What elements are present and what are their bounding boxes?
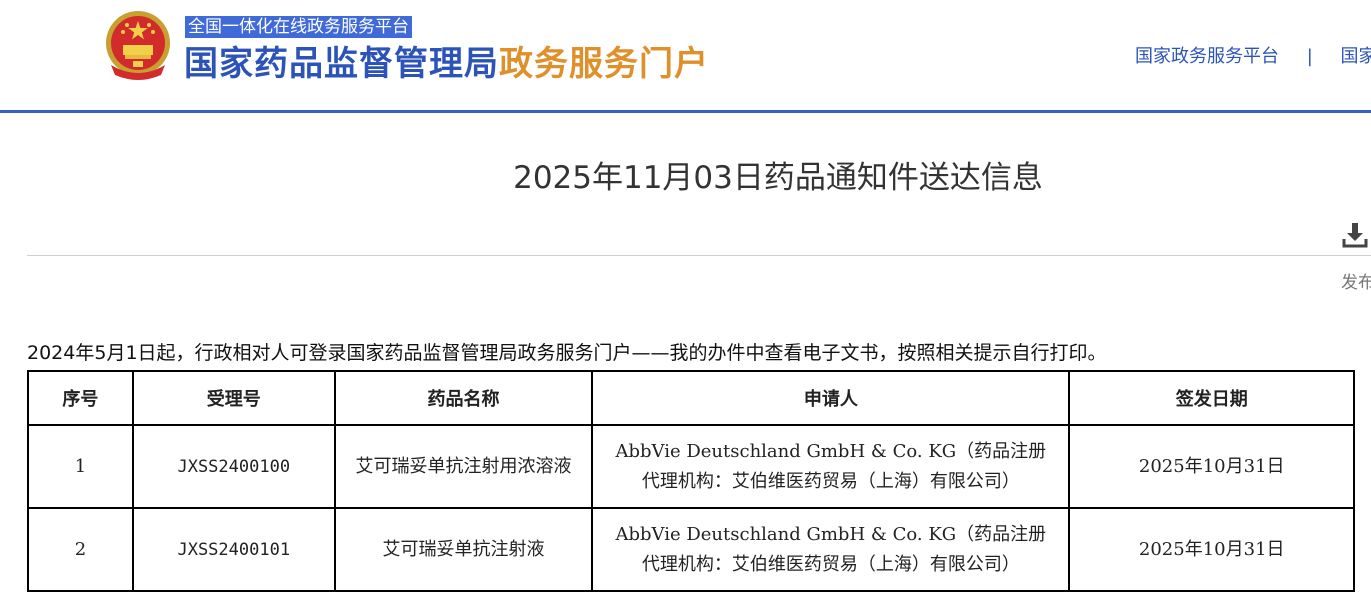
cell-applicant: AbbVie Deutschland GmbH & Co. KG（药品注册代理机…	[591, 507, 1071, 592]
cell-issue-date: 2025年10月31日	[1068, 507, 1355, 592]
header-drug-name: 药品名称	[333, 370, 594, 426]
publish-info-label: 发布	[1341, 273, 1371, 293]
cell-drug-name: 艾可瑞妥单抗注射用浓溶液	[333, 424, 594, 509]
header-divider	[0, 110, 1371, 113]
platform-slogan: 全国一体化在线政务服务平台	[185, 16, 412, 38]
table-header-row: 序号 受理号 药品名称 申请人 签发日期	[27, 370, 1355, 426]
cell-index: 1	[27, 424, 134, 509]
header-accept-no: 受理号	[131, 370, 336, 426]
site-title-sub: 政务服务门户	[499, 44, 709, 84]
cell-issue-date: 2025年10月31日	[1068, 424, 1355, 509]
cell-index: 2	[27, 507, 134, 592]
download-icon[interactable]	[1342, 222, 1368, 248]
table-row: 1 JXSS2400100 艾可瑞妥单抗注射用浓溶液 AbbVie Deutsc…	[27, 424, 1355, 509]
header-issue-date: 签发日期	[1068, 370, 1355, 426]
cell-drug-name: 艾可瑞妥单抗注射液	[333, 507, 594, 592]
site-title-main: 国家药品监督管理局	[184, 44, 499, 84]
notice-text: 2024年5月1日起，行政相对人可登录国家药品监督管理局政务服务门户——我的办件…	[27, 342, 1107, 364]
cell-accept-no: JXSS2400100	[131, 424, 336, 509]
site-header: 全国一体化在线政务服务平台 国家药品监督管理局政务服务门户 国家政务服务平台 |…	[0, 0, 1371, 111]
link-national-truncated[interactable]: 国家	[1341, 46, 1371, 67]
page-title: 2025年11月03日药品通知件送达信息	[513, 160, 1043, 196]
header-applicant: 申请人	[591, 370, 1071, 426]
link-separator: |	[1306, 46, 1313, 67]
header-index: 序号	[27, 370, 134, 426]
table-row: 2 JXSS2400101 艾可瑞妥单抗注射液 AbbVie Deutschla…	[27, 507, 1355, 592]
delivery-table: 序号 受理号 药品名称 申请人 签发日期 1 JXSS2400100 艾可瑞妥单…	[27, 370, 1355, 592]
cell-accept-no: JXSS2400101	[131, 507, 336, 592]
national-emblem-icon	[106, 11, 170, 80]
top-nav-links: 国家政务服务平台 | 国家	[1135, 42, 1371, 68]
link-national-service-platform[interactable]: 国家政务服务平台	[1135, 46, 1279, 67]
cell-applicant: AbbVie Deutschland GmbH & Co. KG（药品注册代理机…	[591, 424, 1071, 509]
title-divider	[27, 255, 1371, 256]
site-logo-title[interactable]: 国家药品监督管理局政务服务门户	[184, 40, 709, 88]
